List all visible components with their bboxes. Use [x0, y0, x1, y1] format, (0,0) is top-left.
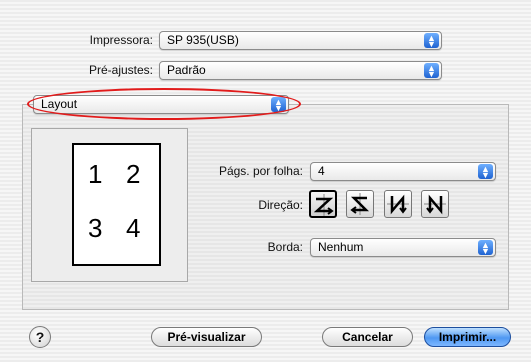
highlight-ellipse — [27, 88, 301, 120]
popup-arrows-icon: ▲ ▼ — [478, 240, 493, 255]
layout-preview-page: 1 2 3 4 — [72, 143, 161, 266]
pages-per-sheet-popup[interactable]: 4 ▲ ▼ — [310, 162, 496, 181]
preview-page-number: 3 — [88, 213, 103, 243]
preview-page-number: 2 — [126, 159, 141, 189]
direction-n-button[interactable] — [384, 190, 412, 218]
printer-label: Impressora: — [89, 33, 153, 47]
z-order-icon — [313, 194, 334, 216]
direction-z-button[interactable] — [309, 190, 337, 218]
pages-per-sheet-value: 4 — [318, 164, 325, 178]
preview-button[interactable]: Pré-visualizar — [151, 327, 262, 347]
reverse-z-order-icon — [350, 193, 370, 215]
border-value: Nenhum — [318, 240, 364, 254]
preview-page-number: 1 — [88, 159, 103, 189]
direction-reverse-n-button[interactable] — [421, 190, 449, 218]
presets-label: Pré-ajustes: — [88, 63, 153, 77]
popup-arrows-icon: ▲ ▼ — [424, 33, 439, 48]
border-label: Borda: — [267, 240, 303, 254]
direction-reverse-z-button[interactable] — [346, 190, 374, 218]
n-order-icon — [387, 194, 409, 215]
help-button[interactable]: ? — [29, 326, 51, 348]
presets-popup[interactable]: Padrão ▲ ▼ — [159, 61, 442, 80]
reverse-n-order-icon — [424, 194, 446, 215]
presets-value: Padrão — [167, 63, 206, 77]
printer-popup[interactable]: SP 935(USB) ▲ ▼ — [159, 31, 442, 50]
popup-arrows-icon: ▲ ▼ — [478, 164, 493, 179]
cancel-button[interactable]: Cancelar — [322, 327, 413, 347]
printer-value: SP 935(USB) — [167, 33, 239, 47]
popup-arrows-icon: ▲ ▼ — [424, 63, 439, 78]
preview-page-number: 4 — [126, 213, 141, 243]
border-popup[interactable]: Nenhum ▲ ▼ — [310, 238, 496, 257]
print-button[interactable]: Imprimir... — [424, 327, 511, 347]
pages-per-sheet-label: Págs. por folha: — [218, 164, 303, 178]
direction-label: Direção: — [258, 198, 303, 212]
